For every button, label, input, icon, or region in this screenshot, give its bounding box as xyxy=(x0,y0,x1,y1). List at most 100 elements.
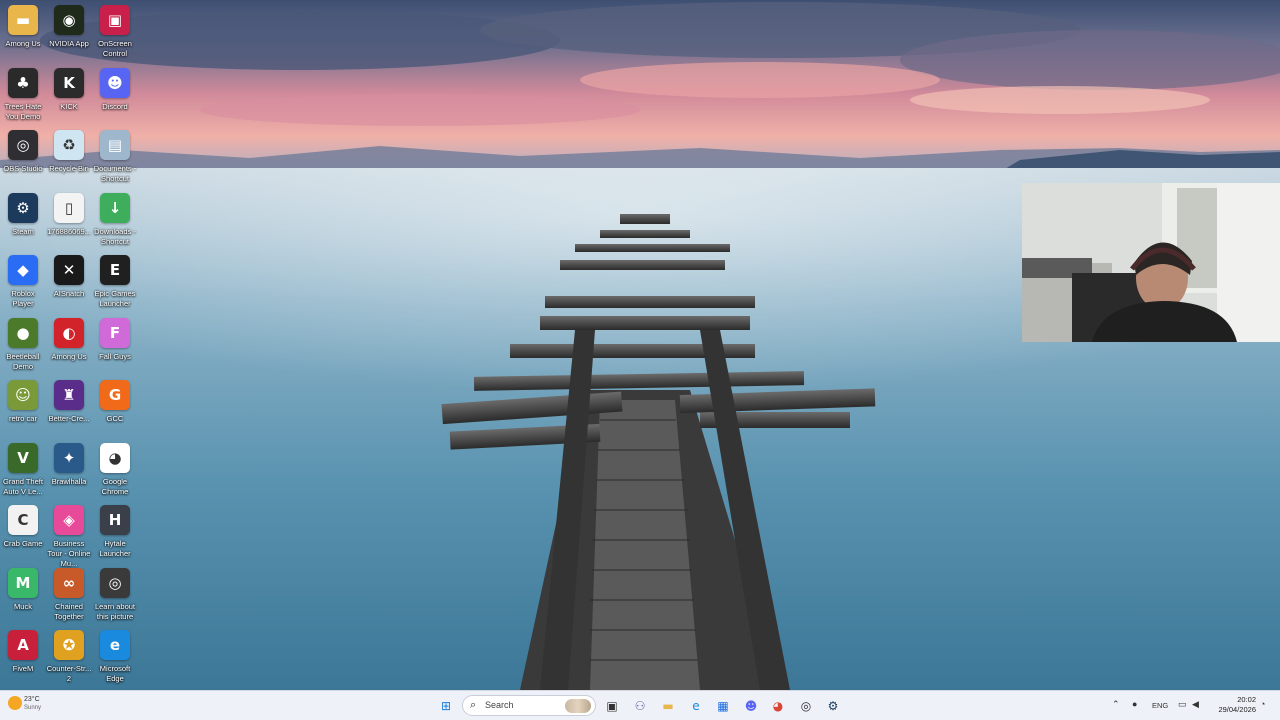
desktop-icon[interactable]: K KICK xyxy=(46,67,92,112)
network-icon[interactable]: ▭ xyxy=(1178,699,1187,710)
desktop-icon[interactable]: ↓ Downloads - Shortcut xyxy=(92,192,138,247)
webcam-overlay xyxy=(1022,183,1280,342)
desktop-icon[interactable]: ◕ Google Chrome xyxy=(92,442,138,497)
desktop-icon[interactable]: ◉ NVIDIA App xyxy=(46,5,92,49)
desktop-icon[interactable]: ☻ Discord xyxy=(92,67,138,112)
onscreen-control-icon: ▣ xyxy=(100,5,130,35)
clock-date: 29/04/2026 xyxy=(1218,705,1256,714)
chrome-button[interactable]: ◕ xyxy=(767,695,789,717)
desktop-icon[interactable]: E Epic Games Launcher xyxy=(92,255,138,309)
desktop-icon[interactable]: V Grand Theft Auto V Le... xyxy=(0,442,46,497)
clock-time: 20:02 xyxy=(1237,695,1256,704)
teams-button[interactable]: ⚇ xyxy=(629,695,651,717)
store-button[interactable]: ▦ xyxy=(712,695,734,717)
desktop-icon-label: Among Us xyxy=(5,39,41,48)
desktop-icon[interactable]: ▣ OnScreen Control xyxy=(92,5,138,59)
desktop-icon[interactable]: ◐ Among Us xyxy=(46,317,92,362)
desktop-icon[interactable]: G GCC xyxy=(92,380,138,424)
folder-icon: ▬ xyxy=(8,5,38,35)
desktop-icon[interactable]: ∞ Chained Together xyxy=(46,567,92,622)
desktop-icon[interactable]: ● Beetleball Demo xyxy=(0,317,46,372)
show-hidden-icons-chevron-icon[interactable]: ⌃ xyxy=(1112,699,1120,710)
desktop-icon[interactable]: F Fall Guys xyxy=(92,317,138,362)
desktop-icon[interactable]: ✪ Counter-Str... 2 xyxy=(46,630,92,684)
downloads-icon: ↓ xyxy=(100,192,130,223)
weather-condition: Sunny xyxy=(24,705,42,711)
desktop-icon[interactable]: e Microsoft Edge xyxy=(92,630,138,684)
muck-icon: M xyxy=(8,567,38,598)
brawlhalla-icon: ✦ xyxy=(54,442,84,473)
desktop-icon[interactable]: ✦ Brawlhalla xyxy=(46,442,92,487)
teams-icon: ⚇ xyxy=(634,699,646,713)
desktop-icon-label: Beetleball Demo xyxy=(6,351,40,371)
desktop-icon[interactable]: A FiveM xyxy=(0,630,46,674)
desktop-icon[interactable]: C Crab Game xyxy=(0,505,46,549)
desktop-icon-label: Muck xyxy=(14,601,32,611)
desktop-icon-label: Steam xyxy=(12,226,34,236)
desktop-icon-label: Chained Together xyxy=(54,601,84,621)
desktop-icon-label: Learn about this picture xyxy=(94,601,136,621)
among-us-icon: ◐ xyxy=(54,317,84,348)
better-crewlink-icon: ♜ xyxy=(54,380,84,410)
recycle-bin-icon: ♻ xyxy=(54,130,84,160)
desktop-icon-label: NVIDIA App xyxy=(49,39,89,48)
weather-widget[interactable]: 23°C Sunny xyxy=(6,696,66,716)
task-view-button[interactable]: ▣ xyxy=(601,695,623,717)
chained-together-icon: ∞ xyxy=(54,567,84,598)
desktop-icon[interactable]: ♣ Trees Hate You Demo xyxy=(0,67,46,122)
retro-game-icon: ☺ xyxy=(8,380,38,410)
file-explorer-button[interactable]: ▬ xyxy=(657,695,679,717)
desktop-icon[interactable]: ◎ Learn about this picture xyxy=(92,567,138,622)
desktop-icon[interactable]: ☺ retro car xyxy=(0,380,46,424)
sun-icon xyxy=(8,696,22,710)
desktop-icon-label: 176886069... xyxy=(47,226,91,236)
language-indicator[interactable]: ENG xyxy=(1152,701,1168,710)
desktop-icon-label: Microsoft Edge xyxy=(99,664,131,683)
desktop-icon[interactable]: ▤ Documents - Shortcut xyxy=(92,130,138,184)
edge-icon: e xyxy=(100,630,130,660)
desktop-icon-label: Fall Guys xyxy=(99,351,131,361)
desktop-icon[interactable]: ♜ Better-Cre... xyxy=(46,380,92,424)
start-button[interactable]: ⊞ xyxy=(435,695,457,717)
volume-icon[interactable]: ◀ xyxy=(1192,699,1199,710)
fivem-icon: A xyxy=(8,630,38,660)
edge-button[interactable]: e xyxy=(685,695,707,717)
desktop-icon[interactable]: ⚙ Steam xyxy=(0,192,46,237)
desktop-icon[interactable]: ▯ 176886069... xyxy=(46,192,92,237)
nvidia-icon: ◉ xyxy=(54,5,84,35)
desktop-icon[interactable]: ◈ Business Tour - Online Mu... xyxy=(46,505,92,569)
microphone-icon[interactable]: ● xyxy=(1132,699,1137,709)
desktop-icon[interactable]: ◎ OBS Studio xyxy=(0,130,46,174)
obs-button[interactable]: ◎ xyxy=(795,695,817,717)
discord-button[interactable]: ☻ xyxy=(740,695,762,717)
desktop-icon[interactable]: ✕ AISnatch xyxy=(46,255,92,299)
clock[interactable]: 20:02 29/04/2026 xyxy=(1206,695,1256,715)
desktop-icon-label: Recycle Bin xyxy=(49,164,89,173)
edge-icon: e xyxy=(692,699,700,713)
obs-icon: ◎ xyxy=(800,699,812,713)
steam-button[interactable]: ⚙ xyxy=(822,695,844,717)
desktop-icon[interactable]: ♻ Recycle Bin xyxy=(46,130,92,174)
folder-icon: ▬ xyxy=(662,699,674,713)
windows-logo-icon: ⊞ xyxy=(440,699,452,713)
desktop-icon[interactable]: ◆ Roblox Player xyxy=(0,255,46,309)
camera-icon: ◎ xyxy=(100,567,130,598)
desktop-icon-label: Counter-Str... 2 xyxy=(46,664,92,683)
desktop-icon-label: OnScreen Control xyxy=(98,39,132,58)
desktop-icon-label: Documents - Shortcut xyxy=(93,164,137,183)
desktop-icon-label: FiveM xyxy=(12,664,34,673)
notification-bell-icon[interactable]: ◔ xyxy=(1260,699,1265,709)
taskbar-search-box[interactable]: ⌕ Search xyxy=(462,695,596,716)
steam-icon: ⚙ xyxy=(827,699,839,713)
search-placeholder: Search xyxy=(485,700,514,710)
desktop-icon-label: Google Chrome xyxy=(101,476,129,496)
store-icon: ▦ xyxy=(717,699,729,713)
desktop-icon[interactable]: M Muck xyxy=(0,567,46,612)
file-icon: ▯ xyxy=(54,192,84,223)
desktop-icon-label: Grand Theft Auto V Le... xyxy=(3,476,43,496)
epic-games-icon: E xyxy=(100,255,130,285)
desktop-icon[interactable]: H Hytale Launcher xyxy=(92,505,138,559)
desktop-icon[interactable]: ▬ Among Us xyxy=(0,5,46,49)
discord-icon: ☻ xyxy=(744,699,758,713)
gcc-icon: G xyxy=(100,380,130,410)
